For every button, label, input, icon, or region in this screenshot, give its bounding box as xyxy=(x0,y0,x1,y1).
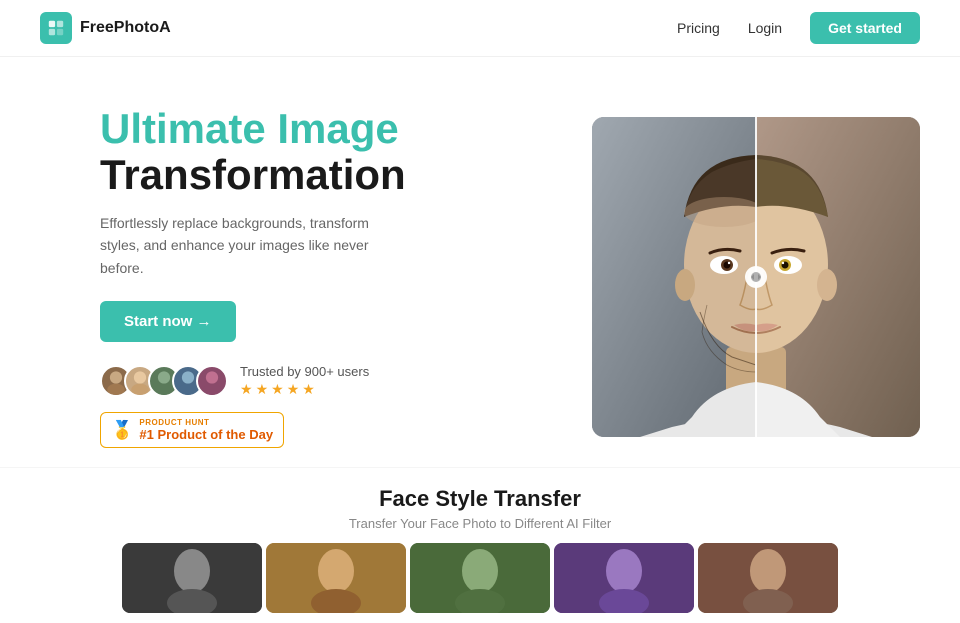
nav-login[interactable]: Login xyxy=(748,20,782,36)
logo-area: FreePhotoA xyxy=(40,12,171,44)
bottom-section-title: Face Style Transfer xyxy=(40,486,920,512)
hero-title-line1: Ultimate Image xyxy=(100,106,500,152)
medal-icon: 🥇 xyxy=(111,420,133,441)
thumbnail-row xyxy=(40,543,920,613)
star-rating: ★ ★ ★ ★ ★ xyxy=(240,381,369,398)
ph-hunt-label: PRODUCT HUNT xyxy=(139,418,273,427)
face-compare-image xyxy=(592,117,920,437)
trusted-info: Trusted by 900+ users ★ ★ ★ ★ ★ xyxy=(240,364,369,398)
thumbnail-4[interactable] xyxy=(554,543,694,613)
hero-subtitle: Effortlessly replace backgrounds, transf… xyxy=(100,212,410,279)
get-started-button[interactable]: Get started xyxy=(810,12,920,44)
thumbnail-5[interactable] xyxy=(698,543,838,613)
star-3: ★ xyxy=(271,381,284,398)
thumbnail-1[interactable] xyxy=(122,543,262,613)
ph-product-text: #1 Product of the Day xyxy=(139,427,273,442)
star-1: ★ xyxy=(240,381,253,398)
nav-links: Pricing Login Get started xyxy=(677,12,920,44)
hero-title-line2: Transformation xyxy=(100,152,500,198)
face-illustration xyxy=(592,117,920,437)
nav-pricing[interactable]: Pricing xyxy=(677,20,720,36)
star-4: ★ xyxy=(287,381,300,398)
bottom-section: Face Style Transfer Transfer Your Face P… xyxy=(0,467,960,623)
star-2: ★ xyxy=(256,381,269,398)
hero-section: Ultimate Image Transformation Effortless… xyxy=(0,57,960,467)
avatar-group xyxy=(100,365,228,397)
ph-badge-text: PRODUCT HUNT #1 Product of the Day xyxy=(139,418,273,442)
brand-name: FreePhotoA xyxy=(80,19,171,37)
star-5: ★ xyxy=(302,381,315,398)
product-hunt-badge[interactable]: 🥇 PRODUCT HUNT #1 Product of the Day xyxy=(100,412,284,448)
navbar: FreePhotoA Pricing Login Get started xyxy=(0,0,960,57)
logo-icon xyxy=(40,12,72,44)
avatar xyxy=(196,365,228,397)
social-proof: Trusted by 900+ users ★ ★ ★ ★ ★ xyxy=(100,364,500,398)
hero-right xyxy=(520,87,920,467)
thumbnail-2[interactable] xyxy=(266,543,406,613)
hero-title: Ultimate Image Transformation xyxy=(100,106,500,198)
thumbnail-3[interactable] xyxy=(410,543,550,613)
hero-left: Ultimate Image Transformation Effortless… xyxy=(100,106,520,449)
trusted-text: Trusted by 900+ users xyxy=(240,364,369,379)
bottom-section-subtitle: Transfer Your Face Photo to Different AI… xyxy=(40,516,920,531)
start-now-button[interactable]: Start now → xyxy=(100,301,236,342)
